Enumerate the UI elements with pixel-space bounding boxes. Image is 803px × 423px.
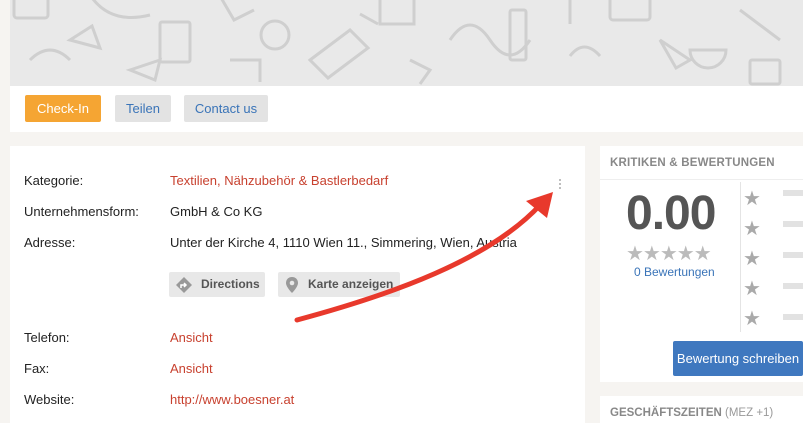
reviews-panel: KRITIKEN & BEWERTUNGEN 0.00 ★★★★★ 0 Bewe…	[600, 146, 803, 382]
company-type-value: GmbH & Co KG	[170, 204, 263, 219]
show-map-label: Karte anzeigen	[308, 277, 394, 291]
directions-button[interactable]: Directions	[169, 272, 265, 297]
category-label: Kategorie:	[24, 173, 84, 188]
rating-bar	[783, 190, 803, 196]
action-bar: Check-In Teilen Contact us	[10, 86, 803, 132]
rating-breakdown-divider	[740, 182, 741, 332]
fax-label: Fax:	[24, 361, 50, 376]
rating-stars: ★★★★★	[626, 243, 712, 265]
rating-bar	[783, 252, 803, 258]
reviews-divider	[600, 179, 803, 180]
star-icon: ★	[743, 188, 761, 210]
directions-label: Directions	[201, 277, 260, 291]
star-icon: ★	[743, 278, 761, 300]
rating-bar	[783, 221, 803, 227]
business-details-panel: Kategorie: Textilien, Nähzubehör & Bastl…	[10, 146, 585, 423]
write-review-button[interactable]: Bewertung schreiben	[673, 341, 803, 376]
star-icon: ★	[743, 308, 761, 330]
star-icon: ★	[743, 218, 761, 240]
timezone-label: (MEZ +1)	[725, 407, 774, 419]
fax-link[interactable]: Ansicht	[170, 361, 213, 376]
address-value: Unter der Kirche 4, 1110 Wien 11., Simme…	[170, 235, 517, 250]
business-page: Check-In Teilen Contact us Kategorie: Te…	[0, 0, 803, 423]
phone-label: Telefon:	[24, 330, 70, 345]
category-link[interactable]: Textilien, Nähzubehör & Bastlerbedarf	[170, 173, 388, 188]
address-label: Adresse:	[24, 235, 76, 250]
directions-icon	[176, 277, 192, 293]
share-button[interactable]: Teilen	[115, 95, 171, 122]
cover-banner	[10, 0, 803, 86]
opening-hours-heading: GESCHÄFTSZEITEN	[610, 407, 722, 419]
opening-hours-panel: GESCHÄFTSZEITEN (MEZ +1)	[600, 396, 803, 423]
contact-us-button[interactable]: Contact us	[184, 95, 268, 122]
star-icon: ★	[743, 248, 761, 270]
average-score: 0.00	[626, 187, 716, 240]
company-type-label: Unternehmensform:	[24, 204, 139, 219]
show-map-button[interactable]: Karte anzeigen	[278, 272, 400, 297]
phone-link[interactable]: Ansicht	[170, 330, 213, 345]
reviews-title: KRITIKEN & BEWERTUNGEN	[610, 157, 775, 169]
rating-bar	[783, 314, 803, 320]
website-link[interactable]: http://www.boesner.at	[170, 392, 294, 407]
map-pin-icon	[286, 277, 298, 293]
checkin-button[interactable]: Check-In	[25, 95, 101, 122]
more-options-icon[interactable]	[558, 179, 562, 191]
rating-bar	[783, 283, 803, 289]
opening-hours-title: GESCHÄFTSZEITEN (MEZ +1)	[610, 407, 773, 419]
review-count-link[interactable]: 0 Bewertungen	[634, 265, 715, 279]
website-label: Website:	[24, 392, 75, 407]
